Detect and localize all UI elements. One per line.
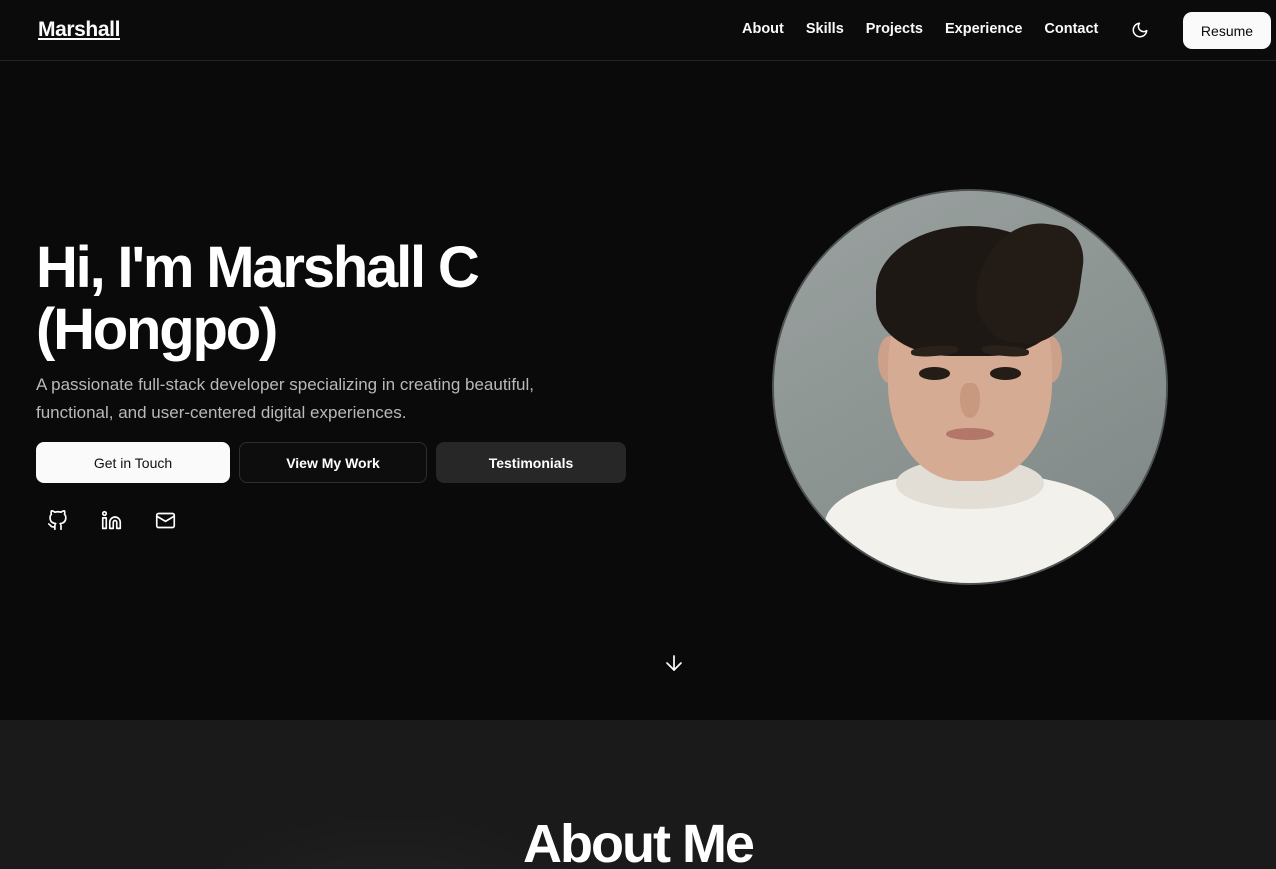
page-title: Hi, I'm Marshall C (Hongpo) — [36, 235, 480, 362]
github-icon[interactable] — [46, 509, 68, 531]
testimonials-button[interactable]: Testimonials — [436, 442, 626, 483]
theme-toggle-button[interactable] — [1126, 17, 1154, 45]
hero-cta-group: Get in Touch View My Work Testimonials — [36, 442, 626, 483]
avatar-photo — [774, 191, 1166, 583]
nav-item-experience[interactable]: Experience — [945, 21, 1022, 37]
site-header: Marshall About Skills Projects Experienc… — [0, 0, 1276, 61]
moon-icon — [1131, 21, 1149, 42]
nav-item-contact[interactable]: Contact — [1044, 21, 1098, 37]
linkedin-icon[interactable] — [100, 509, 122, 531]
nav-item-skills[interactable]: Skills — [806, 21, 844, 37]
main-navigation: About Skills Projects Experience Contact — [742, 21, 1098, 37]
nav-item-about[interactable]: About — [742, 21, 784, 37]
view-my-work-button[interactable]: View My Work — [239, 442, 427, 483]
nav-item-projects[interactable]: Projects — [866, 21, 923, 37]
social-links — [46, 509, 176, 531]
get-in-touch-button[interactable]: Get in Touch — [36, 442, 230, 483]
photo-eye-left — [919, 367, 951, 380]
arrow-down-icon[interactable] — [662, 651, 686, 675]
avatar — [772, 189, 1168, 585]
photo-nose — [960, 383, 980, 419]
mail-icon[interactable] — [154, 509, 176, 531]
about-heading: About Me — [523, 814, 755, 869]
resume-button[interactable]: Resume — [1183, 12, 1271, 49]
hero-subtitle: A passionate full-stack developer specia… — [36, 375, 535, 422]
brand-logo[interactable]: Marshall — [38, 18, 120, 42]
about-section: About Me — [0, 720, 1276, 869]
photo-mouth — [946, 428, 994, 440]
hero-section: Hi, I'm Marshall C (Hongpo) A passionate… — [0, 61, 1276, 720]
photo-eye-right — [989, 367, 1021, 380]
